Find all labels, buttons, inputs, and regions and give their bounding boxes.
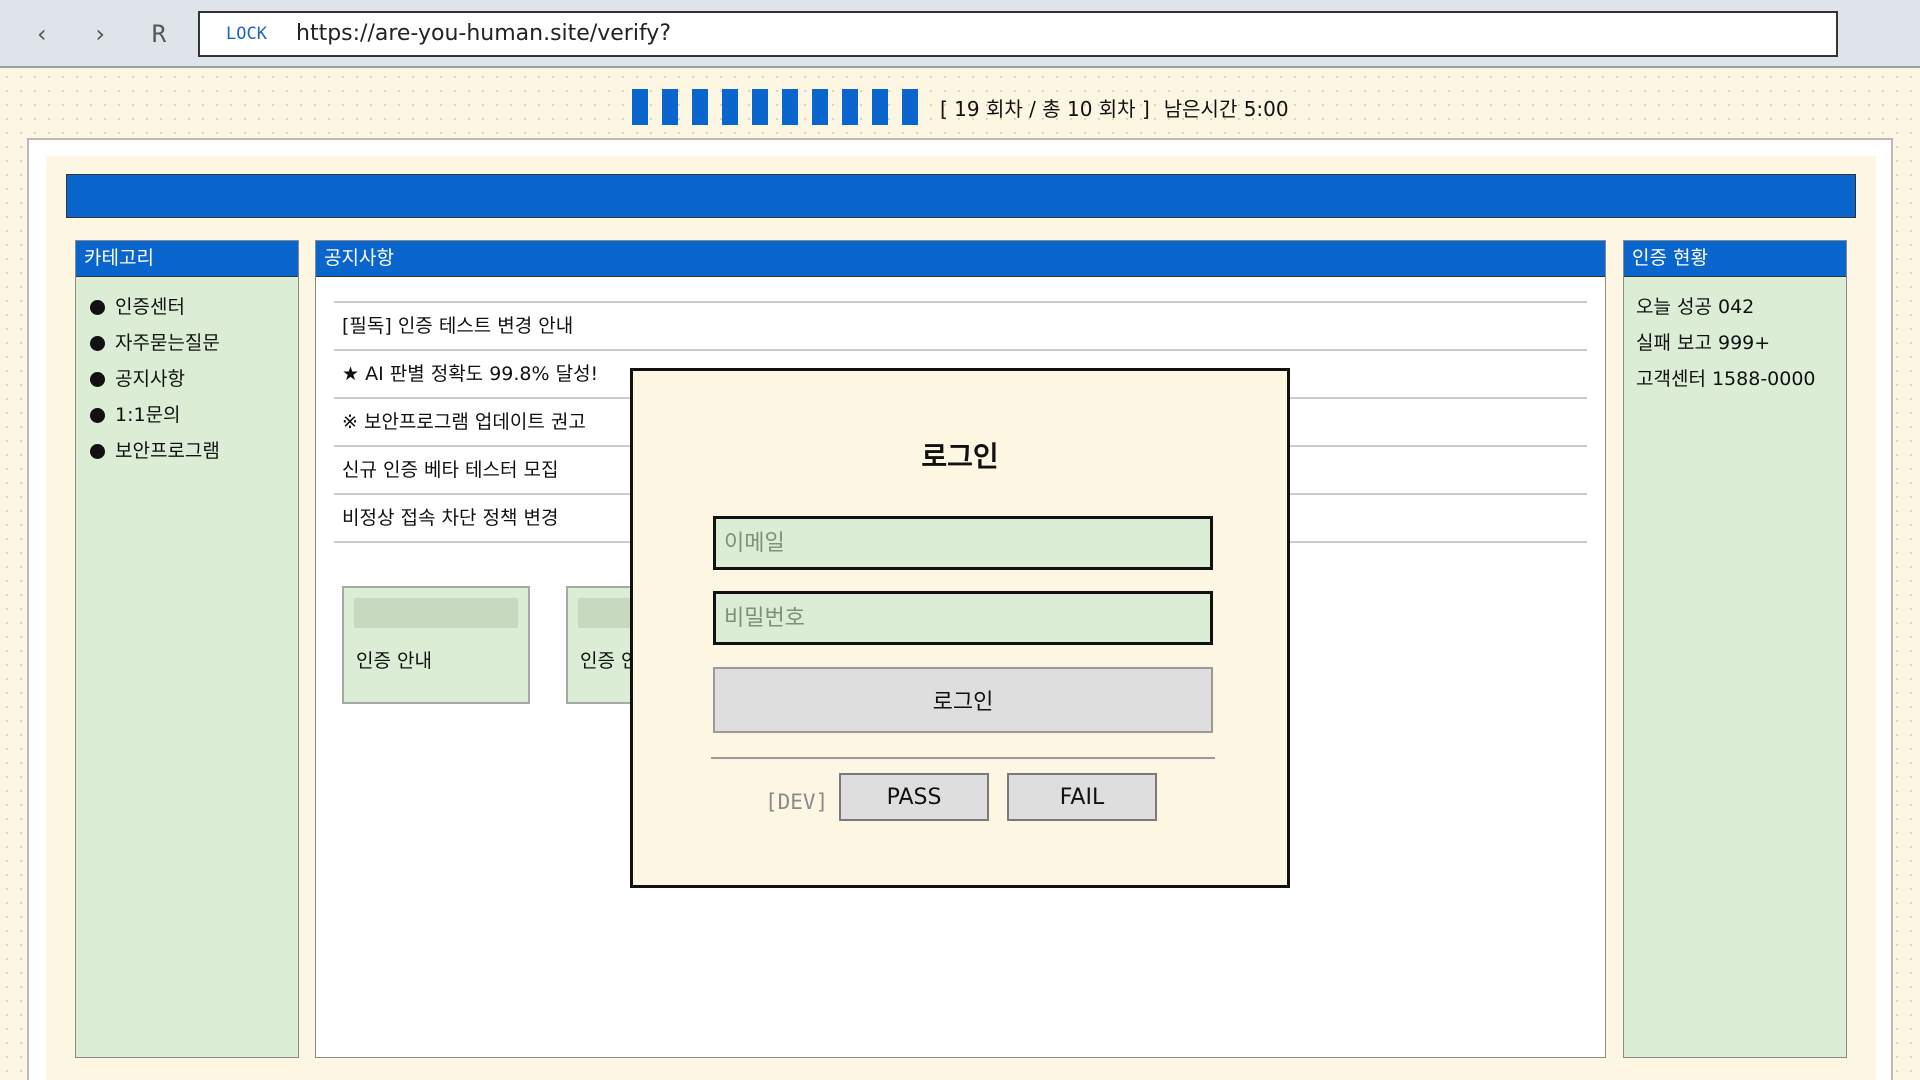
bullet-icon: [90, 407, 105, 423]
bullet-icon: [90, 335, 105, 351]
progress-segment: [812, 89, 828, 125]
category-panel-title: 카테고리: [76, 241, 298, 277]
remaining-time: 남은시간 5:00: [1163, 96, 1289, 121]
info-card[interactable]: 인증 안내: [342, 586, 530, 704]
category-item-inquiry[interactable]: 1:1문의: [76, 397, 298, 433]
progress-segment: [632, 89, 648, 125]
notice-panel-title: 공지사항: [316, 241, 1605, 277]
progress-segment: [662, 89, 678, 125]
bullet-icon: [90, 371, 105, 387]
dev-label: [DEV]: [765, 790, 829, 814]
browser-toolbar: ‹ › R LOCK https://are-you-human.site/ve…: [0, 0, 1920, 68]
status-panel: 인증 현황 오늘 성공 042 실패 보고 999+ 고객센터 1588-000…: [1623, 240, 1847, 1058]
stat-fail-reports: 실패 보고 999+: [1636, 332, 1771, 354]
category-panel: 카테고리 인증센터 자주묻는질문 공지사항 1:1문의 보안프로그램: [75, 240, 299, 1058]
modal-divider: [711, 757, 1215, 759]
status-panel-title: 인증 현황: [1624, 241, 1846, 277]
login-modal: 로그인 로그인 [DEV] PASS FAIL: [630, 368, 1290, 888]
stat-support-phone: 고객센터 1588-0000: [1636, 368, 1816, 390]
category-list: 인증센터 자주묻는질문 공지사항 1:1문의 보안프로그램: [76, 277, 298, 469]
category-item-auth-center[interactable]: 인증센터: [76, 289, 298, 325]
category-item-label: 1:1문의: [115, 404, 181, 426]
stat-success-today: 오늘 성공 042: [1636, 296, 1755, 318]
url-text[interactable]: https://are-you-human.site/verify?: [296, 13, 671, 55]
category-item-security-program[interactable]: 보안프로그램: [76, 433, 298, 469]
notice-item[interactable]: [필독] 인증 테스트 변경 안내: [334, 303, 1587, 351]
category-item-notices[interactable]: 공지사항: [76, 361, 298, 397]
progress-segment: [902, 89, 918, 125]
category-item-label: 인증센터: [115, 296, 185, 318]
verification-progress: [ 19 회차 / 총 10 회차 ] 남은시간 5:00: [632, 89, 1289, 125]
round-counter: [ 19 회차 / 총 10 회차 ]: [940, 96, 1150, 121]
pass-button[interactable]: PASS: [839, 773, 989, 821]
forward-icon[interactable]: ›: [80, 14, 120, 54]
address-bar[interactable]: LOCK https://are-you-human.site/verify?: [198, 11, 1838, 57]
reload-button[interactable]: R: [139, 14, 179, 54]
progress-segment: [842, 89, 858, 125]
card-label: 인증 안내: [356, 650, 432, 672]
login-button[interactable]: 로그인: [713, 667, 1213, 733]
progress-segment: [872, 89, 888, 125]
card-thumbnail: [354, 598, 518, 628]
bullet-icon: [90, 443, 105, 459]
password-field[interactable]: [713, 591, 1213, 645]
status-list: 오늘 성공 042 실패 보고 999+ 고객센터 1588-0000: [1624, 277, 1846, 397]
progress-bar: [632, 89, 918, 125]
email-field[interactable]: [713, 516, 1213, 570]
progress-segment: [692, 89, 708, 125]
lock-icon: LOCK: [226, 24, 267, 44]
category-item-label: 보안프로그램: [115, 440, 220, 462]
modal-title: 로그인: [921, 440, 999, 473]
category-item-label: 자주묻는질문: [115, 332, 220, 354]
category-item-faq[interactable]: 자주묻는질문: [76, 325, 298, 361]
category-item-label: 공지사항: [115, 368, 185, 390]
site-header-bar: [66, 174, 1856, 218]
back-icon[interactable]: ‹: [22, 14, 62, 54]
fail-button[interactable]: FAIL: [1007, 773, 1157, 821]
progress-segment: [722, 89, 738, 125]
bullet-icon: [90, 299, 105, 315]
progress-segment: [782, 89, 798, 125]
progress-segment: [752, 89, 768, 125]
